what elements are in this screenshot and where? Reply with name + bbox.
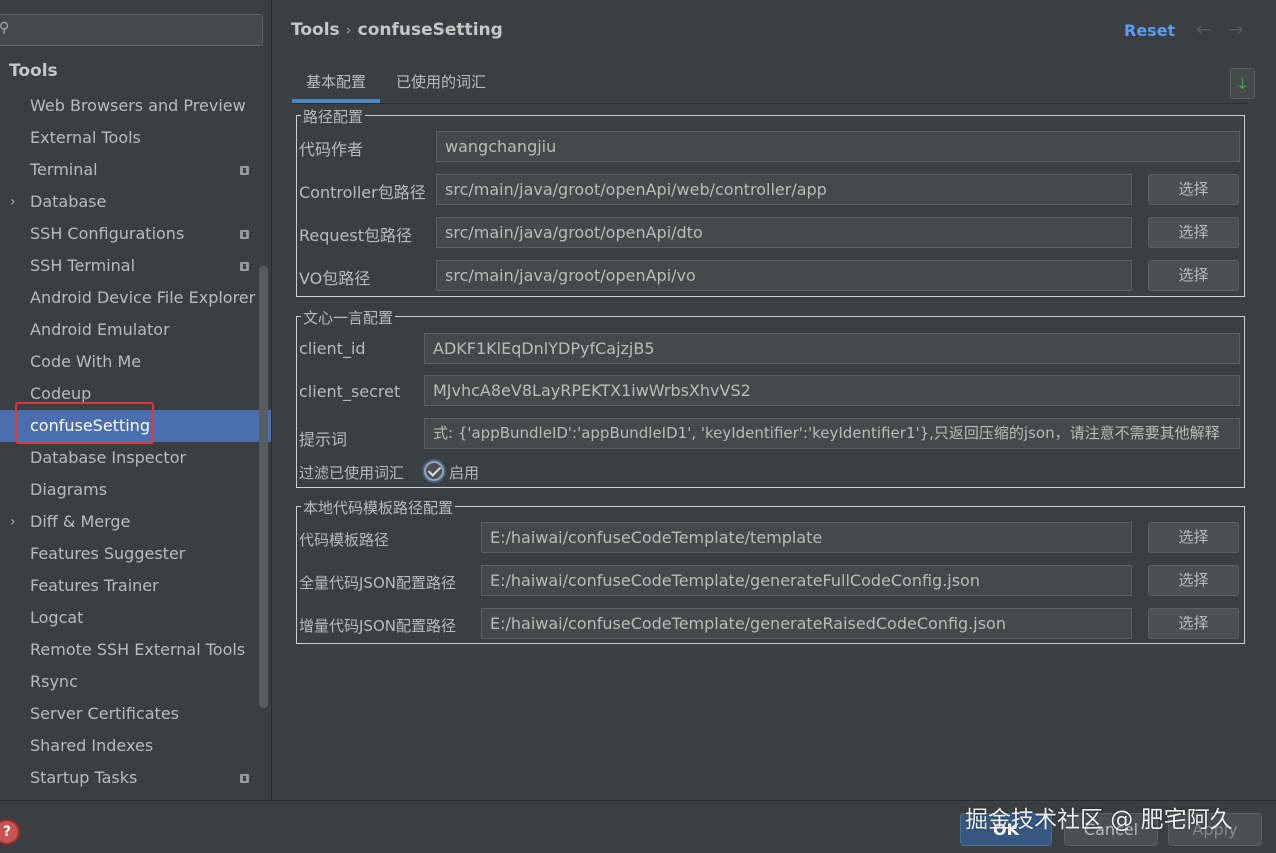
- vo-path-field[interactable]: src/main/java/groot/openApi/vo: [436, 260, 1132, 291]
- enable-label[interactable]: 启用: [449, 462, 479, 483]
- sidebar-item-logcat[interactable]: Logcat: [0, 602, 271, 634]
- sidebar-item-remote-ssh-external-tools[interactable]: Remote SSH External Tools: [0, 634, 271, 666]
- ernie-config-group: 文心一言配置 client_id ADKF1KlEqDnlYDPyfCajzjB…: [296, 307, 1245, 488]
- sidebar-item-shared-indexes[interactable]: Shared Indexes: [0, 730, 271, 762]
- settings-sidebar: ⚲ Tools Web Browsers and Preview Externa…: [0, 0, 272, 800]
- project-scope-icon: [240, 774, 249, 783]
- path-config-group: 路径配置 代码作者 wangchangjiu Controller包路径 src…: [296, 106, 1245, 297]
- full-json-path-field[interactable]: E:/haiwai/confuseCodeTemplate/generateFu…: [481, 565, 1132, 596]
- client-id-label: client_id: [299, 339, 366, 358]
- tab-divider: [292, 103, 1247, 104]
- full-json-path-label: 全量代码JSON配置路径: [299, 574, 456, 592]
- author-label: 代码作者: [299, 140, 364, 159]
- chevron-right-icon[interactable]: ›: [10, 506, 16, 538]
- client-secret-label: client_secret: [299, 382, 401, 401]
- sidebar-item-ssh-configurations[interactable]: SSH Configurations: [0, 218, 271, 250]
- group-title: 本地代码模板路径配置: [301, 497, 456, 518]
- filter-used-words-label: 过滤已使用词汇: [299, 464, 405, 482]
- sidebar-item-startup-tasks[interactable]: Startup Tasks: [0, 762, 271, 794]
- project-scope-icon: [240, 262, 249, 271]
- choose-template-button[interactable]: 选择: [1148, 522, 1239, 553]
- template-path-field[interactable]: E:/haiwai/confuseCodeTemplate/template: [481, 522, 1132, 553]
- sidebar-item-android-device-file-explorer[interactable]: Android Device File Explorer: [0, 282, 271, 314]
- controller-path-field[interactable]: src/main/java/groot/openApi/web/controll…: [436, 174, 1132, 205]
- back-arrow-icon[interactable]: ←: [1196, 20, 1210, 40]
- forward-arrow-icon[interactable]: →: [1229, 20, 1243, 40]
- sidebar-item-ssh-terminal[interactable]: SSH Terminal: [0, 250, 271, 282]
- sidebar-item-code-with-me[interactable]: Code With Me: [0, 346, 271, 378]
- sidebar-item-features-suggester[interactable]: Features Suggester: [0, 538, 271, 570]
- sidebar-item-android-emulator[interactable]: Android Emulator: [0, 314, 271, 346]
- breadcrumb-parent: Tools: [291, 20, 340, 40]
- sidebar-item-features-trainer[interactable]: Features Trainer: [0, 570, 271, 602]
- filter-enable-checkbox[interactable]: [424, 461, 444, 481]
- chevron-right-icon[interactable]: ›: [10, 186, 16, 218]
- sidebar-item-external-tools[interactable]: External Tools: [0, 122, 271, 154]
- watermark-text: 掘金技术社区 @ 肥宅阿久: [965, 807, 1233, 833]
- settings-search-input[interactable]: ⚲: [0, 14, 263, 46]
- search-icon: ⚲: [0, 20, 10, 36]
- help-icon[interactable]: ?: [0, 819, 20, 845]
- vo-path-label: VO包路径: [299, 269, 371, 288]
- breadcrumb-separator: ›: [345, 21, 352, 39]
- template-config-group: 本地代码模板路径配置 代码模板路径 E:/haiwai/confuseCodeT…: [296, 497, 1245, 644]
- prompt-label: 提示词: [299, 430, 348, 449]
- choose-controller-button[interactable]: 选择: [1148, 174, 1239, 205]
- choose-full-json-button[interactable]: 选择: [1148, 565, 1239, 596]
- sidebar-item-terminal[interactable]: Terminal: [0, 154, 271, 186]
- template-path-label: 代码模板路径: [299, 531, 390, 549]
- raised-json-path-field[interactable]: E:/haiwai/confuseCodeTemplate/generateRa…: [481, 608, 1132, 639]
- sidebar-scrollbar[interactable]: [259, 266, 268, 708]
- prompt-field[interactable]: 式: {'appBundleID':'appBundleID1', 'keyId…: [424, 418, 1240, 449]
- project-scope-icon: [240, 166, 249, 175]
- group-title: 路径配置: [301, 106, 366, 127]
- controller-path-label: Controller包路径: [299, 183, 426, 202]
- project-scope-icon: [240, 230, 249, 239]
- author-field[interactable]: wangchangjiu: [436, 131, 1240, 162]
- annotation-highlight-box: [15, 402, 154, 444]
- sidebar-item-database[interactable]: › Database: [0, 186, 271, 218]
- request-path-field[interactable]: src/main/java/groot/openApi/dto: [436, 217, 1132, 248]
- client-secret-field[interactable]: MJvhcA8eV8LayRPEKTX1iwWrbsXhvVS2: [424, 375, 1240, 406]
- download-icon[interactable]: ↓: [1230, 68, 1255, 99]
- tab-used-words[interactable]: 已使用的词汇: [390, 62, 492, 102]
- sidebar-item-server-certificates[interactable]: Server Certificates: [0, 698, 271, 730]
- reset-link[interactable]: Reset: [1124, 21, 1175, 40]
- tab-basic-config[interactable]: 基本配置: [292, 62, 380, 103]
- group-title: 文心一言配置: [301, 307, 396, 328]
- client-id-field[interactable]: ADKF1KlEqDnlYDPyfCajzjB5: [424, 333, 1240, 364]
- request-path-label: Request包路径: [299, 226, 412, 245]
- settings-main-panel: Tools › confuseSetting Reset ← → 基本配置 已使用的…: [272, 0, 1276, 800]
- choose-raised-json-button[interactable]: 选择: [1148, 608, 1239, 639]
- sidebar-item-diff-merge[interactable]: › Diff & Merge: [0, 506, 271, 538]
- sidebar-item-database-inspector[interactable]: Database Inspector: [0, 442, 271, 474]
- sidebar-item-rsync[interactable]: Rsync: [0, 666, 271, 698]
- breadcrumb: Tools › confuseSetting: [291, 20, 503, 40]
- choose-vo-button[interactable]: 选择: [1148, 260, 1239, 291]
- sidebar-item-diagrams[interactable]: Diagrams: [0, 474, 271, 506]
- breadcrumb-current: confuseSetting: [357, 20, 503, 40]
- raised-json-path-label: 增量代码JSON配置路径: [299, 617, 456, 635]
- sidebar-item-web-browsers[interactable]: Web Browsers and Preview: [0, 90, 271, 122]
- tree-root-tools[interactable]: Tools: [9, 61, 58, 81]
- choose-request-button[interactable]: 选择: [1148, 217, 1239, 248]
